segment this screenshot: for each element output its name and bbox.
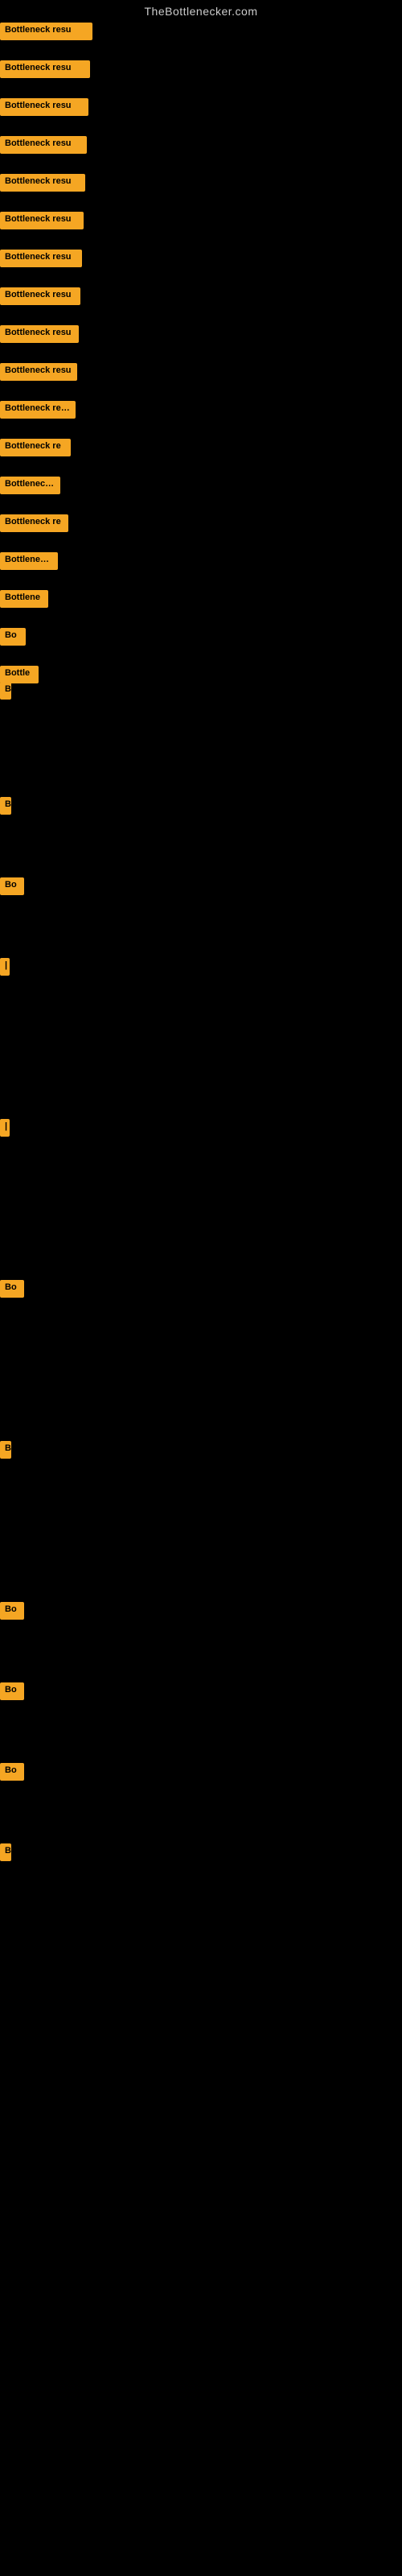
bottleneck-result-item[interactable]: Bottleneck r (0, 552, 58, 570)
bottleneck-result-item[interactable]: Bottleneck re (0, 514, 68, 532)
site-title: TheBottlenecker.com (0, 0, 402, 21)
bottleneck-result-item[interactable]: Bo (0, 628, 26, 646)
bottleneck-result-item[interactable]: Bottleneck resu (0, 325, 79, 343)
bottleneck-result-item[interactable]: Bottleneck resu (0, 174, 85, 192)
bottleneck-result-item[interactable]: Bottleneck resu (0, 136, 87, 154)
bottleneck-result-item[interactable]: Bo (0, 1682, 24, 1700)
bottleneck-result-item[interactable]: Bottle (0, 666, 39, 683)
bottleneck-result-item[interactable]: Bo (0, 877, 24, 895)
bottleneck-result-item[interactable]: Bottleneck resu (0, 363, 77, 381)
bottleneck-result-item[interactable]: Bottleneck resu (0, 98, 88, 116)
bottleneck-result-item[interactable]: | (0, 1119, 10, 1137)
bottleneck-result-item[interactable]: Bottleneck resu (0, 401, 76, 419)
bottleneck-result-item[interactable]: B (0, 682, 11, 700)
bottleneck-result-item[interactable]: Bottlene (0, 590, 48, 608)
bottleneck-result-item[interactable]: Bottleneck re (0, 439, 71, 456)
bottleneck-result-item[interactable]: Bo (0, 1602, 24, 1620)
bottleneck-result-item[interactable]: Bo (0, 1280, 24, 1298)
bottleneck-result-item[interactable]: Bottleneck resu (0, 287, 80, 305)
bottleneck-result-item[interactable]: | (0, 958, 10, 976)
bottleneck-result-item[interactable]: Bottleneck resu (0, 60, 90, 78)
bottleneck-result-item[interactable]: Bottleneck resu (0, 23, 92, 40)
bottleneck-result-item[interactable]: B (0, 1441, 11, 1459)
bottleneck-result-item[interactable]: Bottleneck resu (0, 250, 82, 267)
bottleneck-result-item[interactable]: Bottleneck r (0, 477, 60, 494)
bottleneck-result-item[interactable]: Bo (0, 1763, 24, 1781)
bottleneck-result-item[interactable]: Bottleneck resu (0, 212, 84, 229)
bottleneck-result-item[interactable]: B (0, 797, 11, 815)
bottleneck-result-item[interactable]: B (0, 1843, 11, 1861)
